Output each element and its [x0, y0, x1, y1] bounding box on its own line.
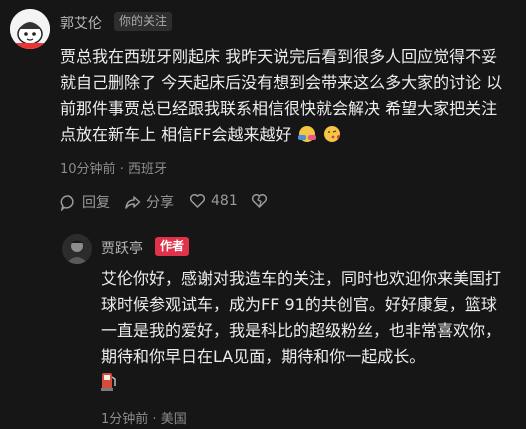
- reply-author[interactable]: 贾跃亭: [101, 238, 143, 258]
- like-button[interactable]: 481: [189, 192, 238, 209]
- share-icon: [125, 195, 141, 209]
- avatar[interactable]: [10, 9, 50, 49]
- meta-separator: ·: [119, 162, 124, 177]
- following-badge: 你的关注: [114, 12, 173, 31]
- heart-icon: [189, 194, 206, 208]
- reply-icon: [60, 194, 74, 211]
- comment-text: 贾总我在西班牙刚起床 我昨天说完后看到很多人回应觉得不妥就自己删除了 今天起床后…: [60, 47, 503, 144]
- share-button[interactable]: 分享: [124, 192, 174, 212]
- reply-location: 美国: [160, 412, 187, 427]
- person-avatar-icon: [62, 234, 92, 264]
- meta-separator: ·: [152, 412, 157, 427]
- reply-avatar[interactable]: [62, 234, 92, 264]
- reply-text: 艾伦你好，感谢对我造车的关注，同时也欢迎你来美国打球时候参观试车，成为FF 91…: [101, 269, 502, 366]
- author-badge: 作者: [155, 237, 190, 256]
- reply-button[interactable]: 回复: [60, 192, 110, 212]
- share-label: 分享: [146, 195, 174, 211]
- reply-time: 1分钟前: [101, 412, 149, 427]
- comment-location: 西班牙: [127, 162, 167, 177]
- comment-meta: 10分钟前 · 西班牙: [60, 158, 167, 177]
- blowing-kiss-emoji: [322, 125, 342, 151]
- reply-meta: 1分钟前 · 美国: [101, 408, 187, 427]
- reply-text-block: 艾伦你好，感谢对我造车的关注，同时也欢迎你来美国打球时候参观试车，成为FF 91…: [101, 266, 506, 399]
- cartoon-avatar-icon: [10, 9, 50, 49]
- comment-author[interactable]: 郭艾伦: [60, 13, 102, 33]
- dislike-button[interactable]: [251, 192, 268, 209]
- fuel-pump-emoji: [101, 371, 117, 399]
- like-count: 481: [211, 192, 238, 209]
- comment-time: 10分钟前: [60, 162, 116, 177]
- broken-heart-icon: [251, 194, 268, 208]
- comment-text-block: 贾总我在西班牙刚起床 我昨天说完后看到很多人回应觉得不妥就自己删除了 今天起床后…: [60, 44, 510, 151]
- reply-label: 回复: [82, 195, 110, 211]
- hug-emoji: [297, 125, 317, 151]
